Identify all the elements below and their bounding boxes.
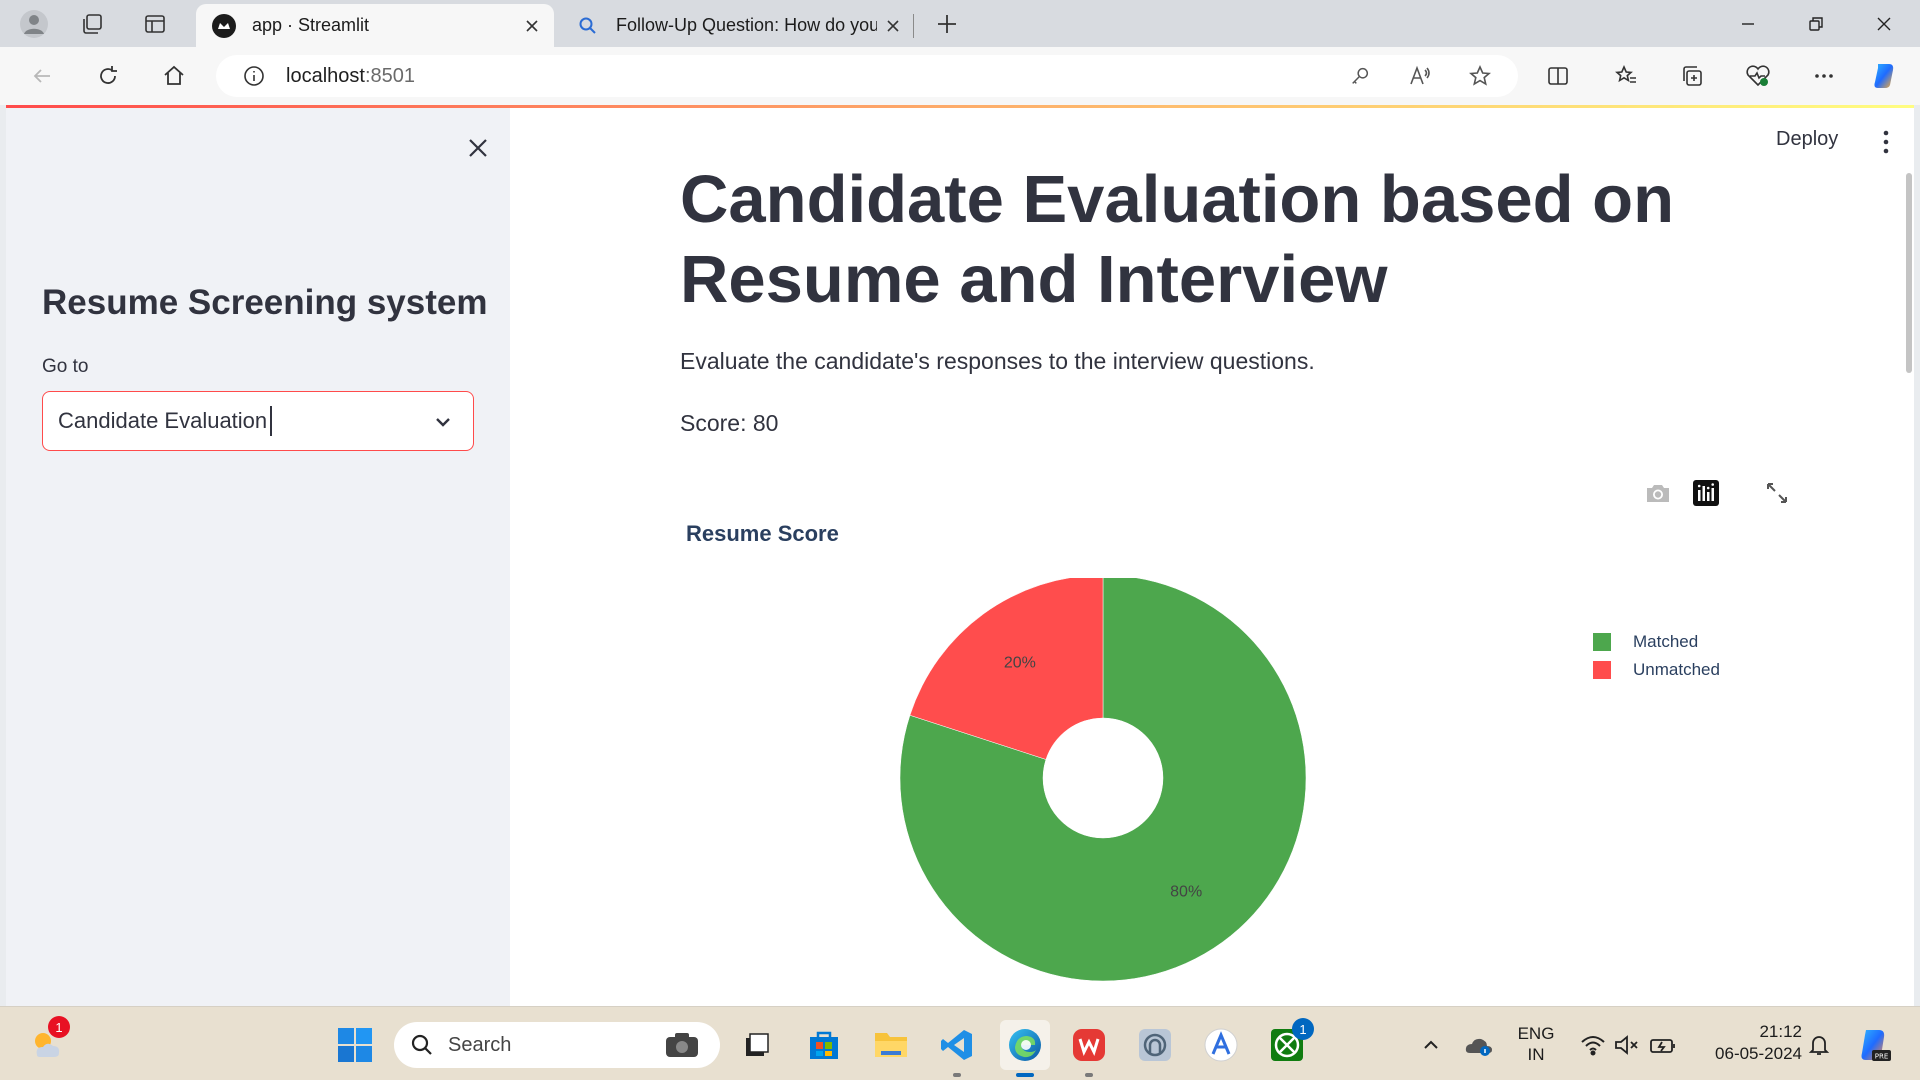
weather-notification-badge: 1 xyxy=(48,1016,70,1038)
tab-separator xyxy=(913,14,914,38)
deploy-button[interactable]: Deploy xyxy=(1776,128,1838,151)
chart-title: Resume Score xyxy=(686,521,839,546)
browser-toolbar: localhost:8501 xyxy=(0,47,1920,105)
page-select[interactable]: Candidate Evaluation xyxy=(42,391,474,451)
url-port: :8501 xyxy=(364,64,415,87)
start-windows-icon[interactable] xyxy=(334,1024,376,1066)
clock-time: 21:12 xyxy=(1759,1022,1802,1041)
favorite-star-icon[interactable] xyxy=(1464,60,1496,92)
region-code: IN xyxy=(1527,1045,1545,1064)
main-content: Deploy Candidate Evaluation based on Res… xyxy=(510,108,1914,1006)
taskbar-search-box[interactable]: Search xyxy=(394,1022,720,1068)
xbox-notification-badge: 1 xyxy=(1292,1018,1314,1040)
more-options-icon[interactable] xyxy=(1808,60,1840,92)
refresh-icon[interactable] xyxy=(92,60,124,92)
address-bar[interactable]: localhost:8501 xyxy=(216,55,1518,97)
close-tab-icon[interactable] xyxy=(877,10,909,42)
close-window-icon[interactable] xyxy=(1854,4,1914,44)
camera-app-icon xyxy=(666,1033,698,1057)
clock-date: 06-05-2024 xyxy=(1715,1044,1802,1063)
taskbar-search-placeholder: Search xyxy=(448,1033,512,1056)
weather-icon[interactable]: 1 xyxy=(26,1016,70,1066)
page-description: Evaluate the candidate's responses to th… xyxy=(680,348,1315,374)
collections-icon[interactable] xyxy=(1676,60,1708,92)
legend-swatch xyxy=(1593,633,1611,651)
restore-window-icon[interactable] xyxy=(1786,4,1846,44)
main-menu-icon[interactable] xyxy=(1874,128,1898,156)
score-text: Score: 80 xyxy=(680,410,779,436)
resume-score-donut-chart: 80% 20% xyxy=(900,578,1307,982)
donut-label-matched: 80% xyxy=(1170,884,1202,901)
close-sidebar-icon[interactable] xyxy=(460,130,496,166)
text-cursor xyxy=(270,406,273,436)
info-icon[interactable] xyxy=(242,64,266,88)
chart-legend: Matched Unmatched xyxy=(1593,628,1720,684)
onedrive-icon[interactable] xyxy=(1458,1024,1500,1066)
url-text: localhost:8501 xyxy=(286,65,415,88)
key-icon[interactable] xyxy=(1344,60,1376,92)
page-select-value: Candidate Evaluation xyxy=(58,408,268,433)
split-screen-icon[interactable] xyxy=(1542,60,1574,92)
donut-label-unmatched: 20% xyxy=(1004,655,1036,672)
notification-bell-icon[interactable] xyxy=(1798,1024,1840,1066)
vscode-icon[interactable] xyxy=(936,1024,978,1066)
tab-follow-up-question[interactable]: Follow-Up Question: How do you xyxy=(560,4,915,47)
file-explorer-icon[interactable] xyxy=(870,1024,912,1066)
task-view-icon[interactable] xyxy=(736,1024,778,1066)
clock[interactable]: 21:12 06-05-2024 xyxy=(1694,1021,1802,1065)
minimize-window-icon[interactable] xyxy=(1718,4,1778,44)
workspaces-icon[interactable] xyxy=(76,8,108,40)
favorites-icon[interactable] xyxy=(1610,60,1642,92)
fullscreen-icon[interactable] xyxy=(1762,478,1792,508)
tab-streamlit-app[interactable]: app · Streamlit xyxy=(196,4,554,47)
microsoft-store-icon[interactable] xyxy=(803,1024,845,1066)
plotly-logo-icon[interactable] xyxy=(1691,478,1721,508)
profile-icon[interactable] xyxy=(18,8,50,40)
browser-tab-strip: app · Streamlit Follow-Up Question: How … xyxy=(0,0,1920,47)
tab-title: Follow-Up Question: How do you xyxy=(616,15,877,35)
sidebar-title: Resume Screening system xyxy=(42,283,488,322)
new-tab-icon[interactable] xyxy=(931,8,963,40)
streamlit-favicon-icon xyxy=(212,13,236,38)
page-title: Candidate Evaluation based on Resume and… xyxy=(680,162,1675,317)
wps-running-indicator xyxy=(1085,1073,1093,1077)
show-hidden-icons-chevron-icon[interactable] xyxy=(1410,1024,1452,1066)
url-host: localhost xyxy=(286,64,365,87)
copilot-preview-icon[interactable]: PRE xyxy=(1852,1024,1894,1066)
edge-browser-icon[interactable] xyxy=(1000,1020,1050,1070)
chevron-down-icon[interactable] xyxy=(431,410,455,434)
camera-icon[interactable] xyxy=(1643,478,1673,508)
close-tab-icon[interactable] xyxy=(516,10,548,42)
input-language-indicator[interactable]: ENG IN xyxy=(1514,1023,1558,1065)
sidebar: Resume Screening system Go to Candidate … xyxy=(6,108,510,1006)
tab-actions-icon[interactable] xyxy=(139,8,171,40)
read-aloud-icon[interactable] xyxy=(1404,60,1436,92)
nav-select-label: Go to xyxy=(42,356,89,377)
back-arrow-icon[interactable] xyxy=(26,60,58,92)
tab-title: app · Streamlit xyxy=(252,15,370,35)
legend-label: Unmatched xyxy=(1633,660,1720,679)
legend-item-unmatched[interactable]: Unmatched xyxy=(1593,656,1720,684)
copilot-app-icon[interactable] xyxy=(1134,1024,1176,1066)
xbox-icon[interactable]: 1 xyxy=(1266,1018,1314,1066)
app-installer-icon[interactable] xyxy=(1200,1024,1242,1066)
scrollbar-thumb[interactable] xyxy=(1906,173,1912,373)
vscode-running-indicator xyxy=(953,1073,961,1077)
language-code: ENG xyxy=(1517,1024,1555,1043)
wps-office-icon[interactable] xyxy=(1068,1024,1110,1066)
legend-swatch xyxy=(1593,661,1611,679)
svg-text:PRE: PRE xyxy=(1875,1053,1889,1061)
browser-essentials-icon[interactable] xyxy=(1742,60,1774,92)
legend-label: Matched xyxy=(1633,632,1699,651)
home-icon[interactable] xyxy=(158,60,190,92)
copilot-icon[interactable] xyxy=(1868,60,1900,92)
search-favicon-icon xyxy=(576,14,600,38)
windows-taskbar: 1 Search 1 ENG IN 21:12 06-05-2024 PRE xyxy=(0,1006,1920,1080)
legend-item-matched[interactable]: Matched xyxy=(1593,628,1720,656)
battery-charging-icon[interactable] xyxy=(1642,1024,1684,1066)
search-icon xyxy=(411,1034,432,1055)
edge-active-indicator xyxy=(1016,1073,1034,1077)
